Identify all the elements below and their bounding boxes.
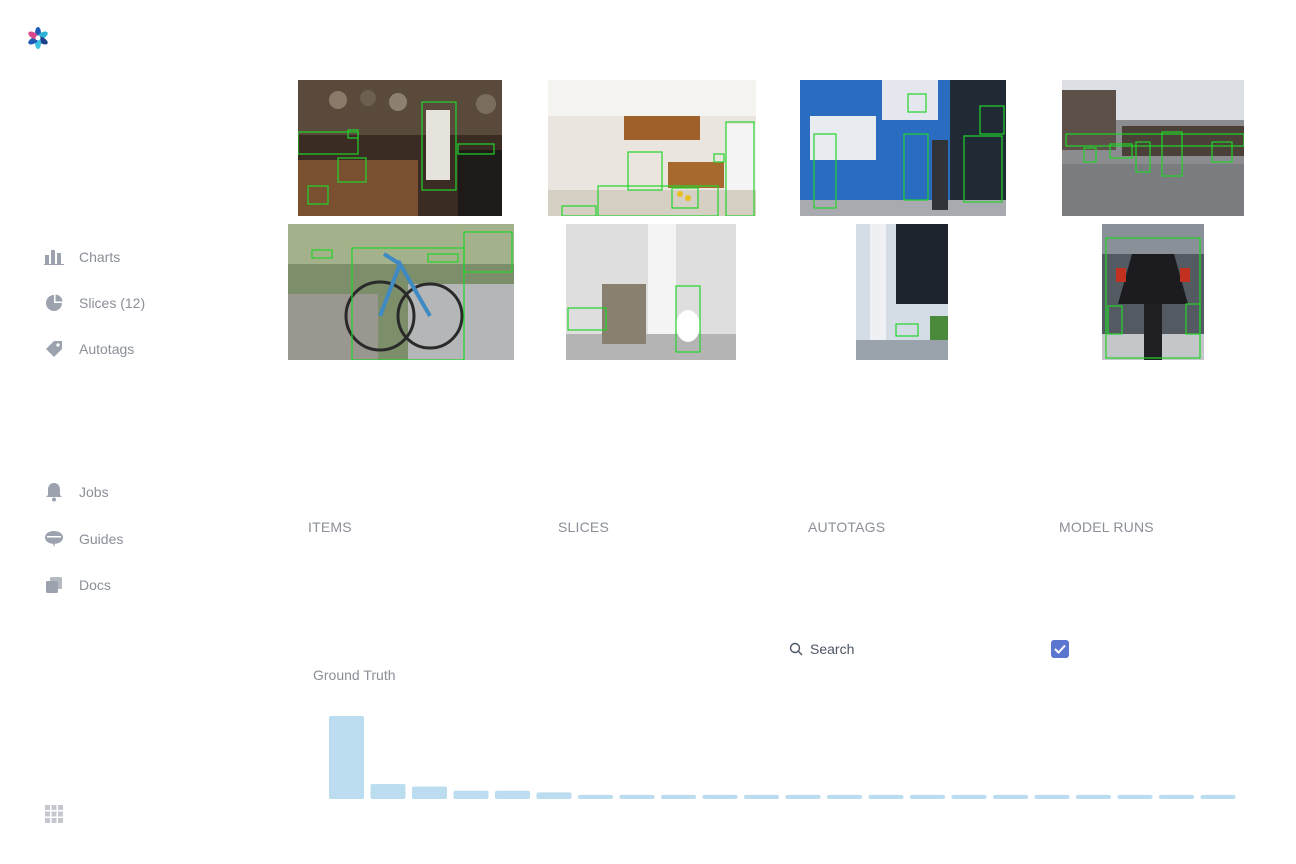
chart-bar[interactable] bbox=[785, 794, 821, 799]
chart-bar[interactable] bbox=[1076, 794, 1111, 799]
bell-icon bbox=[44, 482, 64, 502]
chart-bar[interactable] bbox=[993, 794, 1028, 799]
tag-icon bbox=[44, 339, 64, 359]
chart-bar[interactable] bbox=[702, 794, 738, 799]
tab-autotags[interactable]: AUTOTAGS bbox=[808, 519, 885, 535]
chart-bar[interactable] bbox=[453, 790, 489, 799]
sidebar-item-label: Charts bbox=[79, 249, 121, 265]
search-label: Search bbox=[810, 641, 855, 657]
motorcycle-image[interactable] bbox=[1102, 224, 1204, 360]
shower-bathroom-image[interactable] bbox=[566, 224, 736, 360]
street-pedestrians-image[interactable] bbox=[800, 80, 1006, 216]
chart-bar[interactable] bbox=[661, 794, 696, 799]
ground-truth-bar-chart bbox=[329, 716, 1236, 799]
chart-bar[interactable] bbox=[910, 794, 945, 799]
chart-bar[interactable] bbox=[1117, 794, 1153, 799]
sidebar-item-charts[interactable]: Charts bbox=[44, 245, 120, 269]
chart-title: Ground Truth bbox=[313, 667, 396, 683]
search-input[interactable]: Search bbox=[789, 641, 854, 657]
apps-grid-icon[interactable] bbox=[45, 805, 63, 823]
chart-bar[interactable] bbox=[1159, 794, 1194, 799]
sidebar-item-docs[interactable]: Docs bbox=[44, 573, 111, 597]
app-logo[interactable] bbox=[26, 26, 50, 50]
bicycle-image[interactable] bbox=[288, 224, 514, 360]
sidebar-item-autotags[interactable]: Autotags bbox=[44, 337, 134, 361]
chart-bar[interactable] bbox=[578, 794, 613, 799]
chart-bar[interactable] bbox=[619, 794, 655, 799]
small-bathroom-image[interactable] bbox=[856, 224, 948, 360]
chart-bar[interactable] bbox=[370, 784, 406, 799]
sidebar-item-label: Autotags bbox=[79, 341, 135, 357]
chart-bar[interactable] bbox=[744, 794, 779, 799]
chart-bar[interactable] bbox=[827, 794, 862, 799]
sidebar-item-label: Docs bbox=[79, 577, 111, 593]
chart-bar[interactable] bbox=[868, 794, 904, 799]
speech-bubble-icon bbox=[44, 529, 64, 549]
bar-chart-icon bbox=[44, 247, 64, 267]
documents-icon bbox=[44, 575, 64, 595]
sidebar-item-label: Slices (12) bbox=[79, 295, 146, 311]
search-icon bbox=[789, 642, 803, 656]
chart-bar[interactable] bbox=[495, 790, 530, 799]
chart-bar[interactable] bbox=[412, 786, 447, 799]
chart-bar[interactable] bbox=[951, 794, 987, 799]
tab-items[interactable]: ITEMS bbox=[308, 519, 352, 535]
sidebar-item-guides[interactable]: Guides bbox=[44, 527, 123, 551]
pie-slice-icon bbox=[44, 293, 64, 313]
sidebar-item-slices[interactable]: Slices (12) bbox=[44, 291, 145, 315]
kitchen-cookware-image[interactable] bbox=[298, 80, 502, 216]
checkmark-icon bbox=[1054, 644, 1066, 654]
tab-slices[interactable]: SLICES bbox=[558, 519, 609, 535]
chart-bar[interactable] bbox=[536, 792, 572, 799]
sidebar-item-jobs[interactable]: Jobs bbox=[44, 480, 109, 504]
filter-checkbox[interactable] bbox=[1051, 640, 1069, 658]
bright-kitchen-image[interactable] bbox=[548, 80, 756, 216]
chart-bar[interactable] bbox=[1034, 794, 1070, 799]
sidebar-item-label: Jobs bbox=[79, 484, 109, 500]
chart-bar[interactable] bbox=[1200, 794, 1236, 799]
tab-model-runs[interactable]: MODEL RUNS bbox=[1059, 519, 1154, 535]
sidebar-item-label: Guides bbox=[79, 531, 124, 547]
street-road-image[interactable] bbox=[1062, 80, 1244, 216]
chart-bar[interactable] bbox=[329, 716, 364, 799]
